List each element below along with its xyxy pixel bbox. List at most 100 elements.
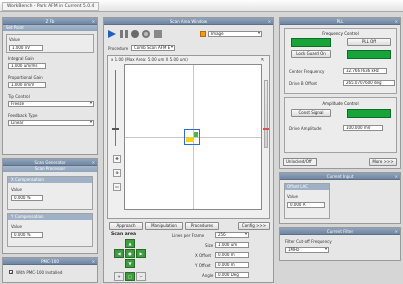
x-comp-field[interactable]: 0.000 % bbox=[11, 195, 43, 201]
drive-amplitude-field[interactable]: 100.000 mV bbox=[343, 125, 383, 131]
x-compensation-box: X Compensation Value 0.000 % bbox=[7, 176, 93, 210]
close-icon[interactable]: ✕ bbox=[92, 258, 95, 265]
x-compensation-header: X Compensation bbox=[8, 177, 92, 183]
move-right-button[interactable]: ▶ bbox=[136, 249, 146, 258]
scan-area-title: Scan Area Window bbox=[169, 19, 208, 24]
x-compensation-title: X Compensation bbox=[11, 177, 44, 182]
drive-offset-label: Drive B Offset bbox=[289, 81, 317, 86]
set-point-section-title: Set Point bbox=[3, 25, 97, 31]
window-tab[interactable]: WorkBench - Park AFM in Current 5.0.4 bbox=[2, 2, 100, 11]
scan-marker-green bbox=[194, 132, 198, 137]
zoom-slider-thumb[interactable] bbox=[112, 128, 119, 130]
offset-lac-field[interactable]: 0.000 A bbox=[287, 202, 325, 208]
angle-label: Angle bbox=[202, 273, 214, 278]
approach-tab[interactable]: Approach bbox=[109, 222, 143, 230]
x-offset-field[interactable]: 0.000 m bbox=[215, 252, 249, 258]
pll-header: PLL ✕ bbox=[280, 18, 400, 25]
current-filter-title: Current Filter bbox=[326, 229, 354, 234]
feedback-type-select[interactable]: Linear bbox=[8, 120, 94, 126]
y-comp-field[interactable]: 0.000 % bbox=[11, 232, 43, 238]
scan-area-header: Scan Area Window ✕ bbox=[104, 18, 273, 25]
move-center-button[interactable]: ● bbox=[125, 249, 135, 258]
offset-lac-title: Offset LAC bbox=[287, 184, 309, 189]
move-down-button[interactable]: ▼ bbox=[125, 259, 135, 268]
window-titlebar: WorkBench - Park AFM in Current 5.0.4 bbox=[0, 0, 403, 12]
integral-gain-field[interactable]: 1.000 um/ms bbox=[8, 63, 46, 69]
image-mode-icon bbox=[200, 31, 206, 37]
scan-processor-subtitle: Scan Processor bbox=[3, 166, 97, 172]
play-icon[interactable] bbox=[108, 30, 116, 38]
z-feedback-panel: Z Fb ✕ Set Point Value 1.000 nV Integral … bbox=[2, 17, 98, 155]
pmc-panel: PMC-100 ✕ ✓ With PMC-100 Installed bbox=[2, 257, 98, 283]
lock-guard-button[interactable]: Lock Guard On bbox=[291, 50, 331, 58]
center-frequency-label: Center Frequency bbox=[289, 69, 325, 74]
zoom-slider-track[interactable] bbox=[115, 70, 116, 146]
manipulation-tab[interactable]: Manipulation bbox=[145, 222, 183, 230]
color-scale-bar bbox=[264, 80, 268, 148]
offset-lac-header: Offset LAC bbox=[285, 184, 329, 190]
select-tool-icon[interactable]: ▭ bbox=[113, 183, 121, 191]
close-icon[interactable]: ✕ bbox=[395, 18, 398, 25]
pmc-checkbox[interactable]: ✓ bbox=[9, 270, 13, 275]
lock-guard-indicator bbox=[347, 50, 391, 59]
const-signal-indicator bbox=[347, 109, 391, 118]
close-icon[interactable]: ✕ bbox=[395, 173, 398, 180]
pause-icon[interactable] bbox=[120, 30, 128, 38]
const-signal-button[interactable]: Const Signal bbox=[291, 109, 331, 117]
proportional-gain-field[interactable]: 1.000 nm/V bbox=[8, 82, 46, 88]
record-icon[interactable] bbox=[142, 30, 150, 38]
filter-cutoff-label: Filter Cut-off Frequency bbox=[285, 239, 332, 244]
x-offset-label: X Offset bbox=[195, 253, 212, 258]
current-filter-panel: Current Filter ✕ Filter Cut-off Frequency… bbox=[279, 227, 401, 261]
amplitude-control-title: Amplitude Control bbox=[322, 101, 359, 106]
scan-view-frame: x 1.00 (Max Area: 5.00 um X 5.00 um) ⇱ ✥… bbox=[107, 55, 270, 219]
procedure-select[interactable]: Comb Scan AFM E bbox=[131, 45, 175, 51]
y-offset-label: Y Offset bbox=[195, 263, 211, 268]
stop-icon[interactable] bbox=[131, 30, 139, 38]
scan-generator-title: Scan Generator bbox=[34, 160, 66, 165]
config-button[interactable]: Config >>> bbox=[238, 222, 270, 230]
set-point-box: Value 1.000 nV bbox=[6, 34, 94, 53]
zoom-tool-icon[interactable]: ⊕ bbox=[113, 169, 121, 177]
size-field[interactable]: 1.000 um bbox=[215, 242, 249, 248]
scan-view-caption: x 1.00 (Max Area: 5.00 um X 5.00 um) bbox=[111, 57, 188, 62]
zoom-in-button[interactable]: + bbox=[114, 272, 124, 281]
y-comp-value-label: Value bbox=[11, 224, 22, 229]
pan-tool-icon[interactable]: ✥ bbox=[113, 155, 121, 163]
current-input-panel: Current Input ✕ Offset LAC Value 0.000 A bbox=[279, 172, 401, 224]
pmc-checkbox-label: With PMC-100 Installed bbox=[16, 270, 63, 275]
more-button[interactable]: More >>> bbox=[369, 158, 397, 166]
z-feedback-title: Z Fb bbox=[45, 19, 55, 24]
drive-amplitude-label: Drive Amplitude bbox=[289, 126, 322, 131]
image-mode-select[interactable]: Image bbox=[208, 31, 262, 37]
tip-control-select[interactable]: Freeze bbox=[8, 101, 94, 107]
zoom-fit-button[interactable]: □ bbox=[125, 272, 135, 281]
procedures-tab[interactable]: Procedures bbox=[185, 222, 219, 230]
angle-field[interactable]: 0.000 Deg bbox=[215, 272, 249, 278]
zoom-out-button[interactable]: − bbox=[136, 272, 146, 281]
amplitude-control-box: Amplitude Control Const Signal Drive Amp… bbox=[284, 97, 397, 153]
scan-marker-yellow bbox=[186, 137, 194, 142]
y-offset-field[interactable]: 0.000 m bbox=[215, 262, 249, 268]
unlocked-status: Unlocked/Off bbox=[283, 158, 317, 166]
current-input-header: Current Input ✕ bbox=[280, 173, 400, 180]
scan-view-toolbar-icon[interactable]: ⇱ bbox=[261, 57, 264, 62]
scan-generator-header: Scan Generator ✕ bbox=[3, 159, 97, 166]
close-icon[interactable]: ✕ bbox=[268, 18, 271, 25]
scan-canvas[interactable] bbox=[124, 64, 262, 210]
lines-per-frame-select[interactable]: 256 bbox=[215, 232, 249, 238]
close-icon[interactable]: ✕ bbox=[92, 18, 95, 25]
close-icon[interactable]: ✕ bbox=[395, 228, 398, 235]
frequency-control-title: Frequency Control bbox=[322, 31, 359, 36]
set-point-field[interactable]: 1.000 nV bbox=[9, 45, 43, 51]
offset-lac-box: Offset LAC Value 0.000 A bbox=[284, 183, 330, 219]
center-frequency-field[interactable]: 32.7667636 kHz bbox=[343, 68, 387, 74]
move-left-button[interactable]: ◀ bbox=[114, 249, 124, 258]
settings-icon[interactable] bbox=[154, 30, 162, 38]
color-scale-marker[interactable] bbox=[263, 128, 269, 130]
drive-offset-field[interactable]: 265.0707600 deg bbox=[343, 80, 395, 86]
filter-cutoff-select[interactable]: 1MHz bbox=[285, 247, 329, 253]
close-icon[interactable]: ✕ bbox=[92, 159, 95, 166]
pll-off-button[interactable]: PLL Off bbox=[347, 38, 391, 46]
move-up-button[interactable]: ▲ bbox=[125, 239, 135, 248]
